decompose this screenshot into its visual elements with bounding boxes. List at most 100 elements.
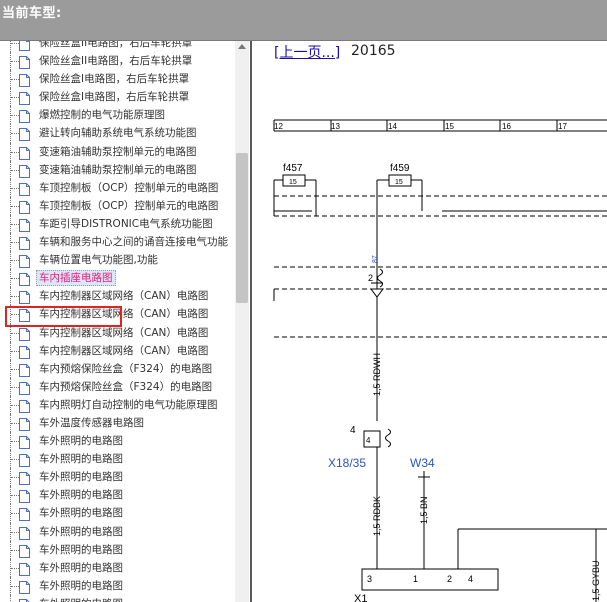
document-icon bbox=[19, 506, 30, 522]
tree-item-label[interactable]: 车外照明的电路图 bbox=[39, 434, 123, 448]
tree-item[interactable]: 车顶控制板（OCP）控制单元的电路图 bbox=[0, 178, 236, 197]
tree-item-label[interactable]: 避让转向辅助系统电气系统功能图 bbox=[39, 126, 197, 140]
document-tree[interactable]: 保险丝盒II电路图，右后车轮拱罩 保险丝盒II电路图，右后车轮拱罩 保险丝盒I电路图… bbox=[0, 41, 236, 602]
tree-item-label[interactable]: 车内照明灯自动控制的电气功能原理图 bbox=[39, 398, 218, 412]
tree-item[interactable]: 车距引导DISTRONIC电气系统功能图 bbox=[0, 214, 236, 234]
tree-item-label[interactable]: 变速箱油辅助泵控制单元的电路图 bbox=[39, 163, 197, 177]
tree-connector-branch bbox=[11, 531, 19, 533]
document-icon bbox=[19, 271, 30, 287]
plug-connector: 3 1 2 4 bbox=[361, 568, 499, 591]
tree-item[interactable]: 车内预熔保险丝盒（F324）的电路图 bbox=[0, 377, 236, 396]
tree-item-label[interactable]: 车外照明的电路图 bbox=[39, 506, 123, 520]
title-bar: 当前车型: bbox=[0, 0, 607, 41]
ruler-tick-15: 15 bbox=[445, 122, 454, 131]
tree-item-label[interactable]: 车辆和服务中心之间的诵音连接电气功能 bbox=[39, 235, 228, 249]
tree-item[interactable]: 车外照明的电路图 bbox=[0, 486, 236, 505]
tree-item[interactable]: 车外照明的电路图 bbox=[0, 468, 236, 487]
document-icon bbox=[19, 416, 30, 431]
tree-item-label[interactable]: 车外照明的电路图 bbox=[39, 597, 123, 602]
tree-item-label[interactable]: 保险丝盒II电路图，右后车轮拱罩 bbox=[39, 54, 192, 68]
tree-item-label[interactable]: 车外照明的电路图 bbox=[39, 488, 123, 502]
tree-connector-branch bbox=[11, 242, 19, 244]
pin-4b-label: 4 bbox=[366, 436, 371, 445]
tree-item-label[interactable]: 保险丝盒I电路图，右后车轮拱罩 bbox=[39, 72, 189, 86]
tree-item[interactable]: 车顶控制板（OCP）控制单元的电路图 bbox=[0, 196, 236, 215]
ruler-tick-16: 16 bbox=[502, 122, 511, 131]
tree-connector-branch bbox=[11, 477, 19, 479]
tree-item-label[interactable]: 车外照明的电路图 bbox=[39, 543, 123, 557]
tree-item[interactable]: 避让转向辅助系统电气系统功能图 bbox=[0, 124, 236, 143]
tree-connector-branch bbox=[11, 260, 19, 262]
tree-connector-branch bbox=[11, 296, 19, 298]
tree-item[interactable]: 车外温度传感器电路图 bbox=[0, 413, 236, 433]
document-icon bbox=[19, 72, 30, 88]
tree-item-label[interactable]: 车内插座电路图 bbox=[36, 270, 116, 287]
tree-item[interactable]: 车外照明的电路图 bbox=[0, 450, 236, 469]
plug-pin-4: 4 bbox=[468, 574, 473, 584]
document-icon bbox=[19, 90, 30, 106]
tree-item[interactable]: 车内控制器区域网络（CAN）电路图 bbox=[0, 323, 236, 342]
tree-item-label[interactable]: 车内控制器区域网络（CAN）电路图 bbox=[39, 307, 208, 321]
document-icon bbox=[19, 488, 30, 504]
tree-item[interactable]: 车内控制器区域网络（CAN）电路图 bbox=[0, 341, 236, 360]
tree-item[interactable]: 变速箱油辅助泵控制单元的电路图 bbox=[0, 142, 236, 161]
tree-item-label[interactable]: 车内控制器区域网络（CAN）电路图 bbox=[39, 344, 208, 358]
tree-item[interactable]: 保险丝盒II电路图，右后车轮拱罩 bbox=[0, 52, 236, 71]
tree-item[interactable]: 车外照明的电路图 bbox=[0, 432, 236, 451]
document-icon bbox=[19, 561, 30, 576]
tree-connector-branch bbox=[11, 422, 19, 424]
document-tree-panel[interactable]: 保险丝盒II电路图，右后车轮拱罩 保险丝盒II电路图，右后车轮拱罩 保险丝盒I电路图… bbox=[0, 41, 252, 602]
tree-item[interactable]: 车辆和服务中心之间的诵音连接电气功能 bbox=[0, 233, 236, 252]
tree-item-label[interactable]: 车顶控制板（OCP）控制单元的电路图 bbox=[39, 181, 218, 195]
tree-item[interactable]: 保险丝盒I电路图，右后车轮拱罩 bbox=[0, 70, 236, 89]
tree-item-label[interactable]: 车内控制器区域网络（CAN）电路图 bbox=[39, 326, 208, 340]
tree-item-label[interactable]: 车距引导DISTRONIC电气系统功能图 bbox=[39, 217, 213, 231]
tree-item-label[interactable]: 车外照明的电路图 bbox=[39, 470, 123, 484]
tree-item[interactable]: 车外照明的电路图 bbox=[0, 504, 236, 523]
wire-bn-label: 1,5 BN bbox=[419, 496, 429, 524]
plug-pin-2: 2 bbox=[447, 574, 452, 584]
tree-item[interactable]: 车外照明的电路图 bbox=[0, 576, 236, 595]
tree-item-label[interactable]: 保险丝盒II电路图，右后车轮拱罩 bbox=[39, 41, 192, 50]
tree-item-label[interactable]: 车内控制器区域网络（CAN）电路图 bbox=[39, 289, 208, 303]
tree-item-label[interactable]: 变速箱油辅助泵控制单元的电路图 bbox=[39, 145, 197, 159]
tree-item-label[interactable]: 车外照明的电路图 bbox=[39, 561, 123, 575]
tree-item[interactable]: 爆燃控制的电气功能原理图 bbox=[0, 106, 236, 125]
tree-item-label[interactable]: 车外照明的电路图 bbox=[39, 452, 123, 466]
tree-item-label[interactable]: 车外温度传感器电路图 bbox=[39, 416, 144, 430]
switch-element: 4 4 bbox=[350, 425, 391, 449]
tree-item-label[interactable]: 车外照明的电路图 bbox=[39, 525, 123, 539]
tree-item[interactable]: 变速箱油辅助泵控制单元的电路图 bbox=[0, 160, 236, 179]
tree-connector-branch bbox=[11, 278, 19, 280]
tree-item[interactable]: 车外照明的电路图 bbox=[0, 594, 236, 602]
tree-connector-branch bbox=[11, 386, 19, 388]
tree-connector-branch bbox=[11, 495, 19, 497]
tree-scrollbar[interactable] bbox=[235, 41, 249, 602]
tree-item-label[interactable]: 车顶控制板（OCP）控制单元的电路图 bbox=[39, 199, 218, 213]
tree-item[interactable]: 车内照明灯自动控制的电气功能原理图 bbox=[0, 395, 236, 414]
tree-item-label[interactable]: 车辆位置电气功能图,功能 bbox=[39, 253, 158, 267]
tree-item[interactable]: 车外照明的电路图 bbox=[0, 540, 236, 559]
scroll-up-arrow-icon[interactable] bbox=[238, 44, 246, 49]
tree-item-label[interactable]: 车内预熔保险丝盒（F324）的电路图 bbox=[39, 362, 212, 376]
tree-item[interactable]: 车内预熔保险丝盒（F324）的电路图 bbox=[0, 359, 236, 378]
tree-item[interactable]: 保险丝盒I电路图，右后车轮拱罩 bbox=[0, 88, 236, 107]
tree-item[interactable]: 保险丝盒II电路图，右后车轮拱罩 bbox=[0, 41, 236, 53]
pin-2-label: 2 bbox=[368, 273, 373, 283]
tree-item-label[interactable]: 保险丝盒I电路图，右后车轮拱罩 bbox=[39, 90, 189, 104]
connector-x18-label: X18/35 bbox=[328, 456, 366, 470]
tree-item[interactable]: 车外照明的电路图 bbox=[0, 522, 236, 541]
diagram-viewer[interactable]: [上一页...] 20165 12 13 14 15 16 17 f457 15 bbox=[252, 41, 607, 602]
tree-item-label[interactable]: 爆燃控制的电气功能原理图 bbox=[39, 108, 165, 122]
document-icon bbox=[19, 108, 30, 124]
scrollbar-thumb[interactable] bbox=[236, 153, 248, 303]
tree-connector-branch bbox=[11, 585, 19, 587]
tree-item[interactable]: 车辆位置电气功能图,功能 bbox=[0, 251, 236, 270]
tree-item-label[interactable]: 车内预熔保险丝盒（F324）的电路图 bbox=[39, 380, 212, 394]
tree-item[interactable]: 车内控制器区域网络（CAN）电路图 bbox=[0, 287, 236, 306]
tree-item[interactable]: 车外照明的电路图 bbox=[0, 558, 236, 577]
tree-item[interactable]: 车内控制器区域网络（CAN）电路图 bbox=[0, 305, 236, 324]
tree-item-selected[interactable]: 车内插座电路图 bbox=[0, 269, 236, 288]
tree-item-label[interactable]: 车外照明的电路图 bbox=[39, 579, 123, 593]
ruler-tick-13: 13 bbox=[331, 122, 340, 131]
